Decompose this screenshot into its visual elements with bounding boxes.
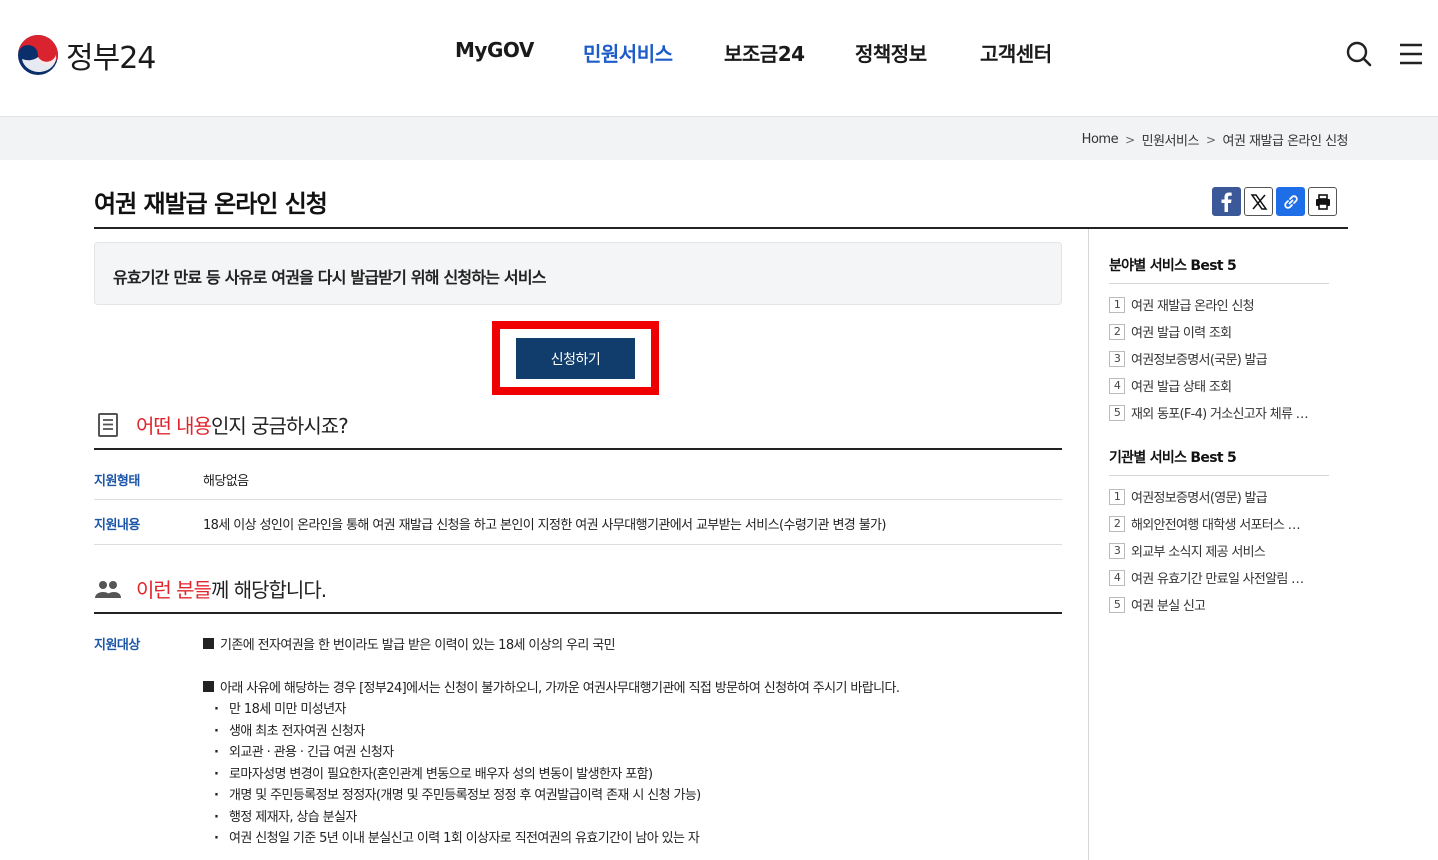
page-title: 여권 재발급 온라인 신청 [94,190,328,218]
exclusion-bullet: 만 18세 미만 미성년자 [214,698,346,717]
section-target-divider [94,612,1062,614]
content-sidebar-divider [1088,229,1089,860]
link-icon [1283,194,1298,209]
square-bullet-icon [203,681,214,692]
agency-best5-item-label: 외교부 소식지 제공 서비스 [1131,545,1266,560]
rank-number: 1 [1109,296,1125,313]
document-icon [94,411,122,439]
sidebar-divider [1109,475,1329,476]
target-exclusion-text: 아래 사유에 해당하는 경우 [정부24]에서는 신청이 불가하오니, 가까운 … [220,681,900,696]
breadcrumb: Home > 민원서비스 > 여권 재발급 온라인 신청 [1082,130,1349,149]
chevron-right-icon: > [1125,132,1135,147]
rank-number: 5 [1109,404,1125,421]
section-content-divider [94,448,1062,450]
x-share-button[interactable] [1244,187,1273,216]
section-target-heading: 이런 분들께 해당합니다. [94,574,327,603]
chevron-right-icon: > [1205,132,1216,147]
field-best5-item-3[interactable]: 3 여권정보증명서(국문) 발급 [1109,349,1329,368]
exclusion-bullet: 로마자성명 변경이 필요한자(혼인관계 변동으로 배우자 성의 변동이 발생한자… [214,763,653,782]
printer-icon [1315,193,1330,210]
agency-best5-item-4[interactable]: 4 여권 유효기간 만료일 사전알림 … [1109,568,1329,587]
support-type-label: 지원형태 [94,474,140,489]
exclusion-bullet: 개명 및 주민등록정보 정정자(개명 및 주민등록정보 정정 후 여권발급이력 … [214,784,701,803]
rank-number: 1 [1109,488,1125,505]
facebook-icon [1221,192,1232,212]
target-eligibility-text: 기존에 전자여권을 한 번이라도 발급 받은 이력이 있는 18세 이상의 우리… [220,638,616,653]
agency-best5-item-3[interactable]: 3 외교부 소식지 제공 서비스 [1109,541,1329,560]
field-best5-item-label: 여권 발급 상태 조회 [1131,380,1232,395]
nav-civil-service[interactable]: 민원서비스 [583,38,673,67]
print-button[interactable] [1308,187,1337,216]
agency-best5-item-5[interactable]: 5 여권 분실 신고 [1109,595,1329,614]
row-divider [94,499,1062,500]
people-icon [94,575,122,603]
rank-number: 3 [1109,542,1125,559]
breadcrumb-home[interactable]: Home [1082,132,1119,147]
field-best5-item-label: 여권정보증명서(국문) 발급 [1131,353,1268,368]
support-content-label: 지원내용 [94,518,140,533]
breadcrumb-current: 여권 재발급 온라인 신청 [1222,134,1349,149]
x-logo-icon [1250,193,1267,210]
support-type-value: 해당없음 [203,474,249,489]
rank-number: 5 [1109,596,1125,613]
apply-button[interactable]: 신청하기 [516,338,635,379]
field-best5-title: 분야별 서비스 Best 5 [1109,258,1237,274]
breadcrumb-bar: Home > 민원서비스 > 여권 재발급 온라인 신청 [0,116,1438,160]
field-best5-item-4[interactable]: 4 여권 발급 상태 조회 [1109,376,1329,395]
rank-number: 3 [1109,350,1125,367]
agency-best5-item-label: 해외안전여행 대학생 서포터스 … [1131,518,1300,533]
nav-mygov[interactable]: MyGOV [455,38,534,62]
exclusion-bullet: 여권 신청일 기준 5년 이내 분실신고 이력 1회 이상자로 직전여권의 유효… [214,827,700,846]
support-content-value: 18세 이상 성인이 온라인을 통해 여권 재발급 신청을 하고 본인이 지정한… [203,518,886,533]
facebook-share-button[interactable] [1212,187,1241,216]
section-target-title: 이런 분들께 해당합니다. [136,574,327,603]
field-best5-item-5[interactable]: 5 재외 동포(F-4) 거소신고자 체류 … [1109,403,1329,422]
agency-best5-item-label: 여권 분실 신고 [1131,599,1206,614]
main-nav: MyGOV 민원서비스 보조금24 정책정보 고객센터 [0,38,1438,74]
site-header: 정부24 MyGOV 민원서비스 보조금24 정책정보 고객센터 [0,0,1438,116]
rank-number: 4 [1109,569,1125,586]
service-summary-text: 유효기간 만료 등 사유로 여권을 다시 발급받기 위해 신청하는 서비스 [113,268,547,287]
target-exclusion-item: 아래 사유에 해당하는 경우 [정부24]에서는 신청이 불가하오니, 가까운 … [203,677,900,696]
field-best5-item-1[interactable]: 1 여권 재발급 온라인 신청 [1109,295,1329,314]
target-eligibility-item: 기존에 전자여권을 한 번이라도 발급 받은 이력이 있는 18세 이상의 우리… [203,634,616,653]
title-divider [94,227,1348,229]
agency-best5-item-label: 여권정보증명서(영문) 발급 [1131,491,1268,506]
service-summary-box: 유효기간 만료 등 사유로 여권을 다시 발급받기 위해 신청하는 서비스 [94,242,1062,305]
section-content-title: 어떤 내용인지 궁금하시죠? [136,410,349,439]
section-content-title-highlight: 어떤 내용 [136,414,212,438]
menu-icon[interactable] [1397,40,1425,68]
nav-subsidy24[interactable]: 보조금24 [724,38,805,67]
exclusion-bullet: 생애 최초 전자여권 신청자 [214,720,365,739]
section-content-heading: 어떤 내용인지 궁금하시죠? [94,410,349,439]
sidebar-divider [1109,283,1329,284]
agency-best5-item-1[interactable]: 1 여권정보증명서(영문) 발급 [1109,487,1329,506]
agency-best5-title: 기관별 서비스 Best 5 [1109,450,1237,466]
rank-number: 2 [1109,323,1125,340]
copy-link-button[interactable] [1276,187,1305,216]
field-best5-item-2[interactable]: 2 여권 발급 이력 조회 [1109,322,1329,341]
section-target-title-rest: 께 해당합니다. [210,578,327,602]
support-target-label: 지원대상 [94,638,140,653]
section-target-title-highlight: 이런 분들 [136,578,212,602]
breadcrumb-civil-service[interactable]: 민원서비스 [1142,130,1200,149]
field-best5-item-label: 여권 발급 이력 조회 [1131,326,1232,341]
search-icon[interactable] [1345,40,1373,68]
nav-customer-center[interactable]: 고객센터 [980,38,1052,67]
exclusion-bullet: 외교관 · 관용 · 긴급 여권 신청자 [214,741,394,760]
row-divider [94,544,1062,545]
exclusion-bullet: 행정 제재자, 상습 분실자 [214,806,357,825]
square-bullet-icon [203,638,214,649]
agency-best5-item-label: 여권 유효기간 만료일 사전알림 … [1131,572,1304,587]
field-best5-item-label: 재외 동포(F-4) 거소신고자 체류 … [1131,407,1308,422]
rank-number: 4 [1109,377,1125,394]
rank-number: 2 [1109,515,1125,532]
section-content-title-rest: 인지 궁금하시죠? [210,414,349,438]
share-toolbar [1212,187,1337,216]
nav-policy-info[interactable]: 정책정보 [855,38,927,67]
agency-best5-item-2[interactable]: 2 해외안전여행 대학생 서포터스 … [1109,514,1329,533]
field-best5-item-label: 여권 재발급 온라인 신청 [1131,299,1254,314]
